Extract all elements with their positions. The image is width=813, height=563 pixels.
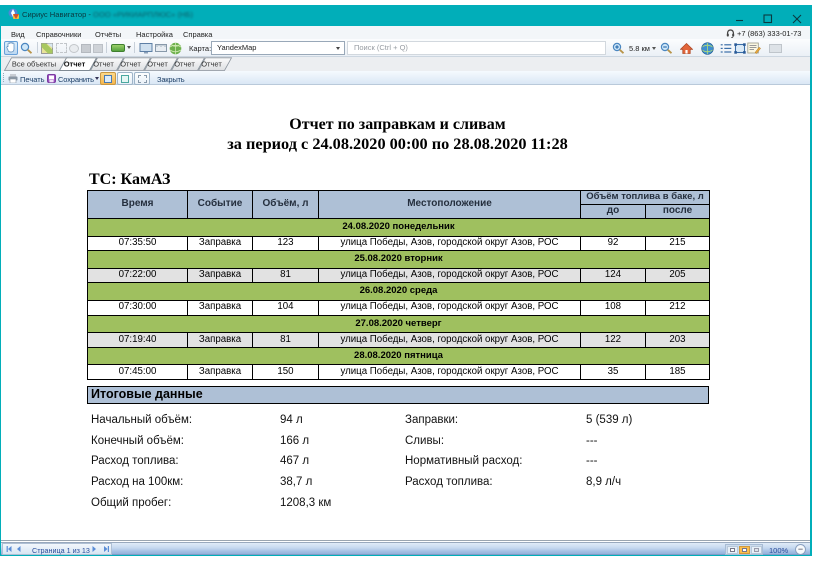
svg-text:Отчет: Отчет [147,60,168,69]
svg-text:Отчет: Отчет [120,60,141,69]
svg-text:Все объекты: Все объекты [12,60,56,69]
svg-text:Отчет: Отчет [174,60,195,69]
svg-text:Отчет: Отчет [93,60,114,69]
svg-text:Отчет: Отчет [201,60,222,69]
svg-text:Отчет: Отчет [64,60,86,69]
